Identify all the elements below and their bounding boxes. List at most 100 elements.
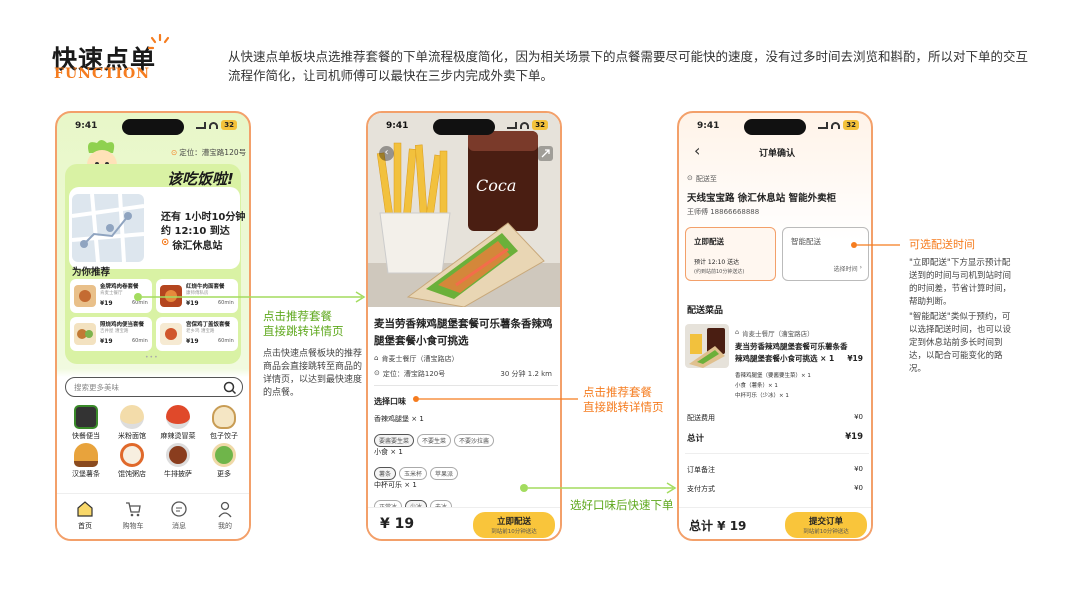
burger-icon [74,443,98,467]
phone-home: 9:41 32 ⊙ 定位：漕宝路120号 该吃饭啦! 还有 1小时10分钟 约 12… [55,111,251,541]
divider [374,385,558,386]
item-price: ¥19 [847,354,863,363]
deliver-now-option[interactable]: 立即配送 预计 12:10 送达 (约到站前10分钟送达) [685,227,776,281]
divider [685,453,869,454]
page-subtitle: FUNCTION [54,66,151,82]
recommend-card[interactable]: 宫保鸡丁盖饭套餐 老乡鸡 漕宝路 ¥19 60min [156,317,238,351]
phone-order-confirm: 9:41 32 ‹ 订单确认 ⊙ 配送至 天线宝宝路 徐汇休息站 智能外卖柜 王师傅… [677,111,873,541]
category-grid: 快餐便当 米粉面馆 麻辣烫冒菜 包子饺子 汉堡薯条 馄饨粥店 牛排披萨 更多 [63,405,247,479]
arrive-time: 约 12:10 到达 [161,226,230,237]
share-button[interactable] [538,146,553,161]
item-thumb [685,324,729,368]
location-pin-icon: ⊙ [374,369,380,377]
phone-notch [122,119,184,135]
product-title: 麦当劳香辣鸡腿堡套餐可乐薯条香辣鸡腿堡套餐小食可挑选 [374,318,553,347]
item-name: 麦当劳香辣鸡腿堡套餐可乐薯条香辣鸡腿堡套餐小食可挑选 × 1 [735,342,848,363]
annotation-delivery-desc-2: "智能配送"类似于预约，可以选择配送时间，也可以设定到休息站前多长时间到达，以配… [909,312,1012,374]
category-item[interactable]: 牛排披萨 [155,443,201,479]
option-chip[interactable]: 苹果派 [430,467,459,480]
category-item[interactable]: 快餐便当 [63,405,109,441]
phone-detail: Coca 9:41 32 ‹ 麦当劳香辣鸡腿堡套餐可乐薯条香辣鸡腿堡套餐小食可挑选… [366,111,562,541]
tab-cart[interactable]: 购物车 [117,500,149,531]
option-group-label: 中杯可乐 × 1 [374,481,417,489]
tab-profile[interactable]: 我的 [211,500,239,531]
chevron-right-icon: › [859,264,862,271]
bento-icon [74,405,98,429]
option-group-label: 小食 × 1 [374,448,403,456]
hotpot-icon [166,405,190,429]
annotation-detail-jump: 点击推荐套餐 直接跳转详情页 [583,385,664,414]
total-value: ¥19 [845,432,863,442]
fee-label: 配送费用 [687,414,715,422]
address-text[interactable]: 天线宝宝路 徐汇休息站 智能外卖柜 [687,190,836,204]
note-value: ¥0 [854,465,863,473]
option-group-label: 香辣鸡腿堡 × 1 [374,415,424,423]
recommend-card[interactable]: 金牌鸡肉卷套餐 肯麦士餐厅 ¥19 60min [70,279,152,313]
items-title: 配送菜品 [687,306,724,316]
food-thumb-icon [160,323,182,345]
smart-deliver-option[interactable]: 智能配送 选择时间 › [782,227,869,281]
arrow-head [355,291,366,303]
shop-label[interactable]: ⌂ 肯麦士餐厅（漕宝路店） [374,354,458,364]
remain-time: 还有 1小时10分钟 [161,212,246,223]
burst-icon [147,34,170,50]
pager-dots[interactable]: ••• [145,354,159,361]
submit-order-button[interactable]: 提交订单 到站前10分钟送达 [785,512,867,538]
bun-icon [212,405,236,429]
user-icon [218,501,232,518]
tab-home[interactable]: 首页 [71,500,99,531]
food-thumb-icon [74,323,96,345]
search-icon [223,381,236,394]
category-item[interactable]: 麻辣烫冒菜 [155,405,201,441]
location-pin-icon: ⊙ [687,174,693,182]
category-item[interactable]: 米粉面馆 [109,405,155,441]
pay-label[interactable]: 支付方式 [687,484,715,494]
steak-icon [166,443,190,467]
nav-title: 订单确认 [758,149,795,159]
category-item[interactable]: 包子饺子 [201,405,247,441]
annotation-quick-order: 选好口味后快速下单 [570,498,674,512]
location-label: ⊙ 定位：漕宝路120号 [374,369,446,378]
select-title: 选择口味 [374,397,406,406]
contact-text: 王师傅 18866668888 [687,208,760,216]
shop-icon: ⌂ [735,328,740,336]
tab-bar: 首页 购物车 消息 我的 [57,493,249,539]
recommend-card[interactable]: 照烧鸡肉便当套餐 吉井屋 漕宝路 ¥19 60min [70,317,152,351]
category-item[interactable]: 汉堡薯条 [63,443,109,479]
option-chip[interactable]: 玉米杯 [399,467,428,480]
eta-distance: 30 分钟 1.2 km [500,370,552,378]
category-item[interactable]: 馄饨粥店 [109,443,155,479]
map-thumbnail[interactable] [72,194,144,262]
banner-text: 该吃饭啦! [167,170,234,188]
share-icon [541,149,550,158]
station-label: ⊙ 徐汇休息站 [161,237,223,252]
location-label[interactable]: ⊙ 定位：漕宝路120号 [171,147,246,158]
annotation-tap-recommend-desc: 点击快速点餐板块的推荐商品会直接跳转至商品的详情页，以达到最快速度的点餐。 [263,349,363,398]
tab-message[interactable]: 消息 [165,500,193,531]
option-chip[interactable]: 要酱要生菜 [374,434,415,447]
chevron-left-icon: ‹ [384,147,389,158]
recommend-card[interactable]: 红烧牛肉面套餐 康师傅私房 ¥19 60min [156,279,238,313]
annotation-delivery-desc-1: "立即配送"下方显示预计配送到的时间与司机到站时间的时间差，节省计算时间，帮助判… [909,258,1012,307]
home-icon [77,501,93,517]
category-item[interactable]: 更多 [201,443,247,479]
fee-value: ¥0 [854,413,863,421]
back-button[interactable]: ‹ [379,146,394,161]
select-time-link[interactable]: 选择时间 › [834,264,862,273]
option-chip[interactable]: 不要生菜 [417,434,452,447]
phone-notch [433,119,495,135]
option-chip[interactable]: 不要沙拉酱 [454,434,495,447]
option-chip[interactable]: 薯条 [374,467,397,480]
shop-icon: ⌂ [374,354,379,362]
search-input[interactable]: 搜索更多美味 [65,377,243,397]
note-label[interactable]: 订单备注 [687,465,715,475]
svg-text:Coca: Coca [476,176,516,195]
recommend-title: 为你推荐 [72,267,111,278]
option-row: 要酱要生菜 不要生菜 不要沙拉酱 [374,428,497,447]
pay-value: ¥0 [854,484,863,492]
deliver-now-button[interactable]: 立即配送 到站前10分钟送达 [473,512,555,538]
annotation-delivery-time: 可选配送时间 [909,238,975,251]
more-food-icon [212,443,236,467]
product-photo: Coca [368,113,560,307]
shop-label: ⌂ 肯麦士餐厅（漕宝路店） [735,328,814,338]
